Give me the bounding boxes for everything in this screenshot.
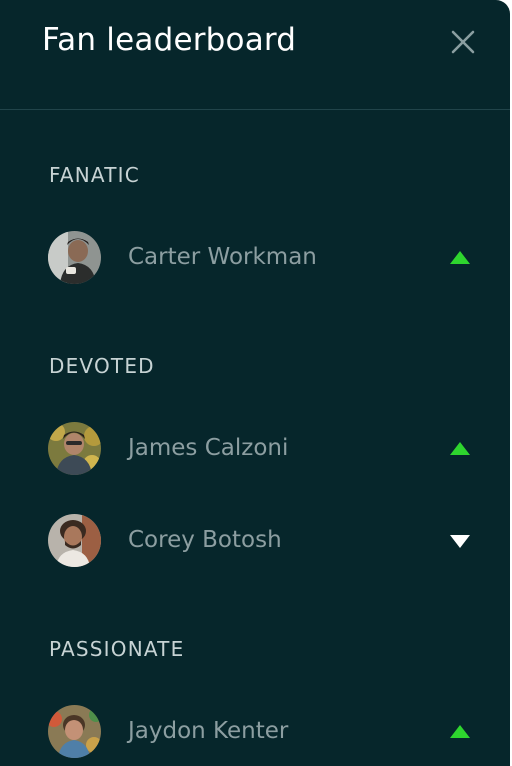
close-button[interactable] — [448, 27, 478, 57]
fan-row-jaydon-kenter[interactable]: Jaydon Kenter — [0, 701, 510, 761]
triangle-up-icon — [450, 442, 470, 455]
triangle-up-icon — [450, 251, 470, 264]
close-icon — [451, 30, 475, 54]
panel-header: Fan leaderboard — [0, 0, 510, 110]
trend-indicator — [450, 251, 470, 265]
panel-title: Fan leaderboard — [42, 22, 297, 58]
triangle-down-icon — [450, 535, 470, 548]
trend-indicator — [450, 442, 470, 456]
fan-leaderboard-panel: Fan leaderboard FANATIC Carter Workman D… — [0, 0, 510, 766]
fan-name: Jaydon Kenter — [128, 718, 289, 744]
fan-name: James Calzoni — [128, 435, 289, 461]
section-heading-passionate: PASSIONATE — [49, 637, 185, 661]
avatar — [48, 231, 101, 284]
fan-row-carter-workman[interactable]: Carter Workman — [0, 227, 510, 287]
triangle-up-icon — [450, 725, 470, 738]
section-heading-devoted: DEVOTED — [49, 354, 155, 378]
fan-name: Corey Botosh — [128, 527, 282, 553]
avatar — [48, 514, 101, 567]
fan-row-corey-botosh[interactable]: Corey Botosh — [0, 510, 510, 570]
fan-row-james-calzoni[interactable]: James Calzoni — [0, 418, 510, 478]
section-heading-fanatic: FANATIC — [49, 163, 140, 187]
trend-indicator — [450, 534, 470, 548]
trend-indicator — [450, 725, 470, 739]
fan-name: Carter Workman — [128, 244, 317, 270]
avatar — [48, 705, 101, 758]
avatar — [48, 422, 101, 475]
